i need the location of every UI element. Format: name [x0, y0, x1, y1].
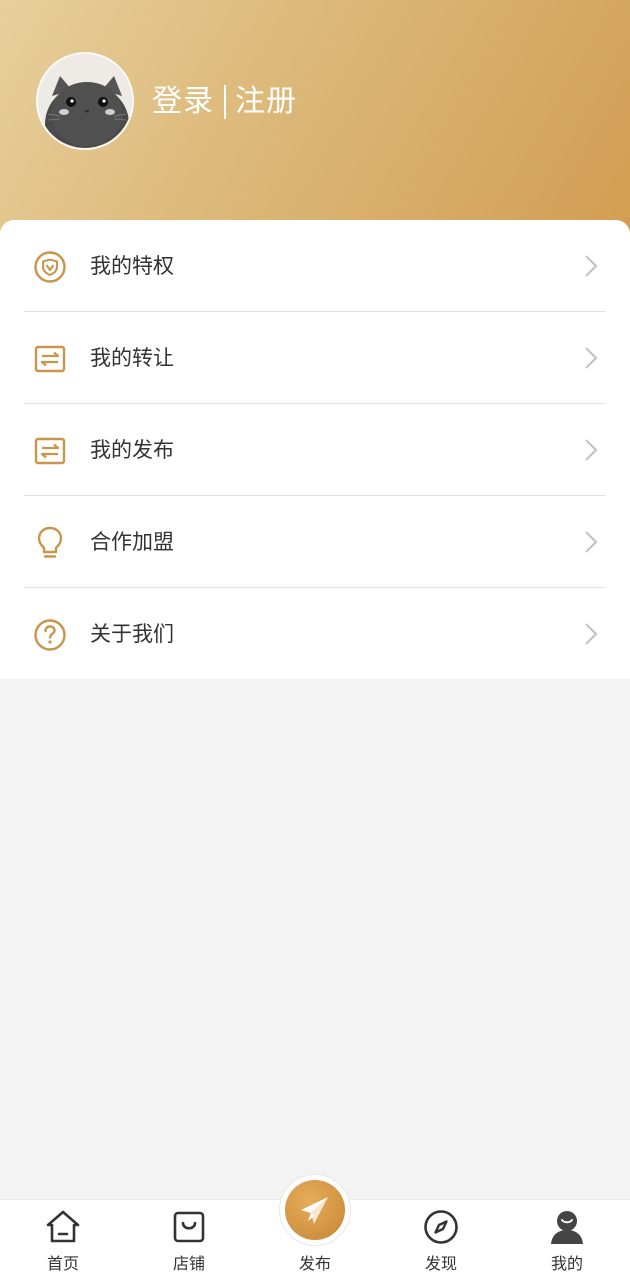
chevron-right-icon [585, 347, 598, 369]
menu-item-about[interactable]: 关于我们 [0, 588, 630, 680]
tab-mine[interactable]: 我的 [504, 1200, 630, 1280]
menu-item-label: 关于我们 [90, 622, 174, 646]
compass-icon [424, 1210, 458, 1244]
register-link[interactable]: 注册 [235, 82, 297, 122]
transfer-icon [34, 437, 66, 465]
tab-home[interactable]: 首页 [0, 1200, 126, 1280]
menu-item-label: 我的发布 [90, 438, 174, 462]
menu-item-label: 我的转让 [90, 346, 174, 370]
menu-item-label: 合作加盟 [90, 530, 174, 554]
publish-button[interactable] [279, 1174, 351, 1246]
menu-item-transfers[interactable]: 我的转让 [0, 312, 630, 404]
login-link[interactable]: 登录 [152, 82, 214, 122]
auth-divider [224, 85, 226, 119]
home-icon [46, 1210, 80, 1243]
profile-page: 登录 注册 我的特权 我的转让 我的发布 合作加盟 关于我们 首页 店铺 发布 … [0, 0, 630, 1280]
tab-label: 发布 [298, 1254, 331, 1273]
lightbulb-icon [37, 526, 63, 558]
auth-links: 登录 注册 [152, 82, 297, 122]
menu-item-privileges[interactable]: 我的特权 [0, 220, 630, 312]
menu-item-label: 我的特权 [90, 254, 174, 278]
menu-item-publications[interactable]: 我的发布 [0, 404, 630, 496]
transfer-icon [34, 345, 66, 373]
chevron-right-icon [585, 255, 598, 277]
question-circle-icon [34, 619, 66, 651]
profile-header: 登录 注册 [0, 0, 630, 250]
tab-label: 店铺 [172, 1254, 205, 1273]
tab-stores[interactable]: 店铺 [126, 1200, 252, 1280]
chevron-right-icon [585, 623, 598, 645]
chevron-right-icon [585, 439, 598, 461]
tab-label: 首页 [46, 1254, 79, 1273]
tab-label: 发现 [424, 1254, 457, 1273]
avatar[interactable] [36, 52, 134, 150]
chevron-right-icon [585, 531, 598, 553]
menu-item-franchise[interactable]: 合作加盟 [0, 496, 630, 588]
user-icon [551, 1211, 583, 1244]
publish-button-fill [285, 1180, 345, 1240]
vip-shield-icon [34, 251, 66, 283]
tab-label: 我的 [550, 1254, 583, 1273]
tab-discover[interactable]: 发现 [378, 1200, 504, 1280]
cat-avatar-icon [38, 54, 132, 148]
paper-plane-icon [301, 1197, 328, 1224]
menu-list: 我的特权 我的转让 我的发布 合作加盟 关于我们 [0, 220, 630, 679]
shopping-bag-icon [173, 1211, 205, 1243]
